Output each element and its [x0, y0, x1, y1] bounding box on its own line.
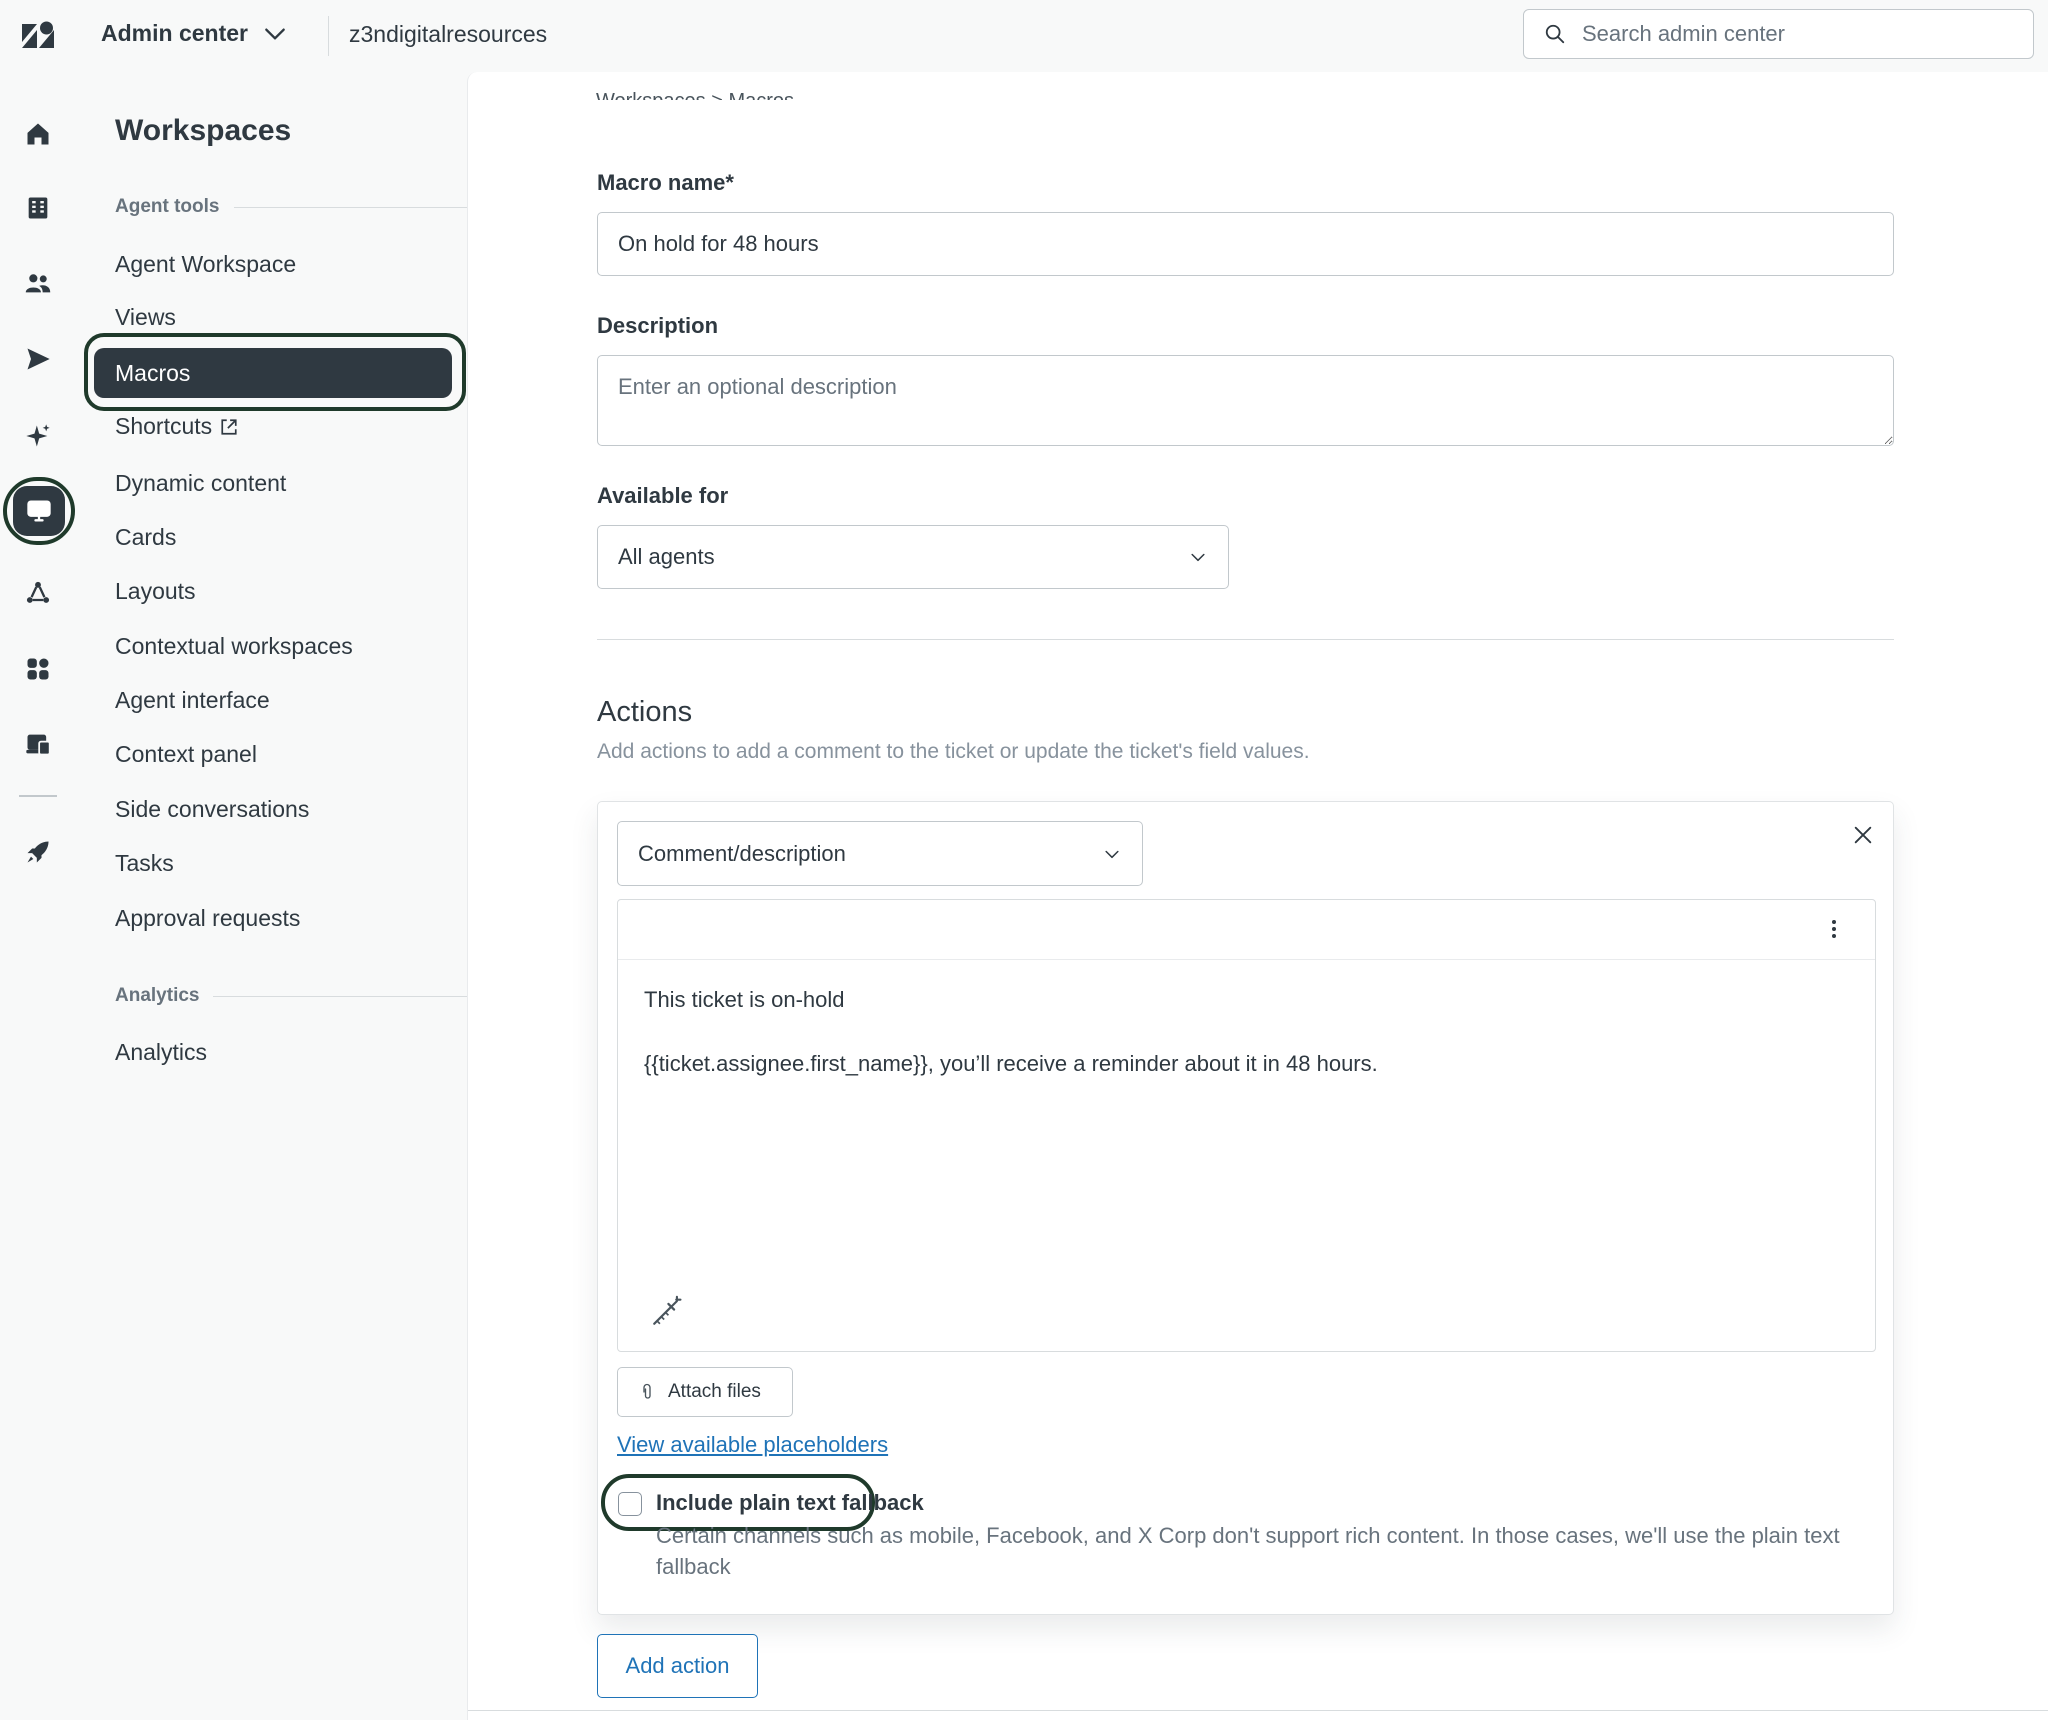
editor-toolbar — [618, 900, 1875, 960]
attach-files-button[interactable]: Attach files — [617, 1367, 793, 1417]
sparkle-icon — [26, 424, 50, 447]
actions-description: Add actions to add a comment to the tick… — [597, 740, 1310, 763]
editor-content[interactable]: This ticket is on-hold {{ticket.assignee… — [644, 984, 1378, 1112]
search-box[interactable] — [1523, 9, 2034, 59]
nav-item-approval-requests[interactable]: Approval requests — [115, 905, 300, 932]
nav-section-divider — [233, 206, 467, 208]
zendesk-logo-icon[interactable] — [18, 16, 58, 56]
nav-item-layouts[interactable]: Layouts — [115, 578, 196, 605]
description-label: Description — [597, 313, 719, 338]
plain-text-fallback-checkbox[interactable] — [618, 1492, 642, 1516]
send-icon — [27, 348, 50, 370]
magic-wand-icon[interactable] — [650, 1294, 684, 1328]
chevron-down-icon — [1191, 553, 1205, 562]
nav-item-agent-workspace[interactable]: Agent Workspace — [115, 251, 296, 278]
account-icon — [26, 734, 51, 756]
editor-more-button[interactable] — [1819, 914, 1849, 944]
comment-editor[interactable]: This ticket is on-hold {{ticket.assignee… — [617, 899, 1876, 1352]
icon-rail — [0, 72, 80, 1720]
available-for-value: All agents — [618, 544, 715, 569]
nav-item-analytics[interactable]: Analytics — [115, 1039, 207, 1066]
actions-title: Actions — [597, 696, 693, 728]
nav-item-views[interactable]: Views — [115, 304, 176, 331]
top-bar: Admin center z3ndigitalresources — [0, 0, 2048, 72]
nav-item-side-conversations[interactable]: Side conversations — [115, 796, 309, 823]
nav-item-agent-interface[interactable]: Agent interface — [115, 687, 270, 714]
apps-icon — [27, 658, 49, 680]
search-icon — [1545, 24, 1565, 44]
nav-section-divider — [213, 995, 467, 997]
rail-workspaces-highlight — [13, 486, 65, 536]
nav-section-label: Analytics — [115, 985, 200, 1006]
nav-item-shortcuts[interactable]: Shortcuts — [115, 413, 238, 440]
nav-title: Workspaces — [115, 114, 292, 147]
close-icon — [1854, 826, 1872, 844]
home-icon — [27, 123, 49, 145]
nav-item-cards[interactable]: Cards — [115, 524, 176, 551]
remove-action-button[interactable] — [1848, 820, 1878, 850]
rail-account-settings[interactable] — [16, 722, 60, 766]
account-name: z3ndigitalresources — [349, 21, 548, 47]
nav-section-agent-tools: Agent tools — [115, 196, 467, 218]
rail-home[interactable] — [16, 112, 60, 156]
main-content: Workspaces > Macros Macro name* Descript… — [467, 72, 2048, 1720]
nav-item-context-panel[interactable]: Context panel — [115, 741, 257, 768]
available-for-select[interactable]: All agents — [597, 525, 1229, 589]
more-vertical-icon — [1832, 920, 1836, 938]
nav-section-analytics: Analytics — [115, 985, 467, 1007]
rail-people[interactable] — [16, 261, 60, 305]
rail-get-started[interactable] — [16, 830, 60, 874]
macro-name-input[interactable] — [597, 212, 1894, 276]
nav-item-tasks[interactable]: Tasks — [115, 850, 174, 877]
add-action-button[interactable]: Add action — [597, 1634, 758, 1698]
building-icon — [28, 197, 48, 219]
workspaces-icon — [27, 500, 51, 522]
rail-ai[interactable] — [16, 414, 60, 458]
action-type-value: Comment/description — [638, 840, 846, 866]
rail-objects[interactable] — [16, 571, 60, 615]
rail-channels[interactable] — [16, 337, 60, 381]
footer-divider — [468, 1710, 2048, 1711]
nav-item-macros[interactable]: Macros — [94, 348, 452, 398]
description-field[interactable] — [597, 355, 1894, 446]
action-type-select[interactable]: Comment/description — [617, 821, 1143, 886]
action-card: Comment/description This ticket is on-ho… — [597, 801, 1894, 1615]
rail-account[interactable] — [16, 186, 60, 230]
rocket-icon — [27, 841, 49, 863]
macro-name-label: Macro name* — [597, 170, 734, 195]
people-icon — [25, 274, 51, 293]
plain-text-fallback-hint: Certain channels such as mobile, Faceboo… — [656, 1523, 1840, 1579]
paperclip-icon — [643, 1383, 651, 1399]
view-placeholders-link[interactable]: View available placeholders — [617, 1432, 888, 1458]
comment-line: This ticket is on-hold — [644, 987, 845, 1012]
nav-item-contextual-workspaces[interactable]: Contextual workspaces — [115, 633, 353, 660]
section-divider — [597, 639, 1894, 640]
nav-section-label: Agent tools — [115, 196, 220, 217]
comment-line: {{ticket.assignee.first_name}}, you’ll r… — [644, 1051, 1378, 1076]
nav-item-label: Shortcuts — [115, 413, 213, 439]
objects-icon — [26, 581, 50, 603]
nav-item-dynamic-content[interactable]: Dynamic content — [115, 470, 286, 497]
rail-apps[interactable] — [16, 647, 60, 691]
plain-text-fallback-label[interactable]: Include plain text fallback — [656, 1490, 924, 1516]
search-input[interactable] — [1580, 20, 2004, 48]
available-for-label: Available for — [597, 483, 729, 508]
header-divider — [328, 16, 329, 56]
attach-files-label: Attach files — [668, 1381, 761, 1402]
chevron-down-icon — [1105, 850, 1119, 858]
secondary-nav: Workspaces Agent tools Agent Workspace V… — [82, 72, 467, 1720]
rail-workspaces[interactable] — [3, 477, 75, 545]
scrolled-breadcrumb: Workspaces > Macros — [596, 90, 794, 100]
product-switcher[interactable]: Admin center — [101, 20, 288, 47]
chevron-down-icon — [265, 27, 285, 40]
rail-divider — [19, 795, 57, 797]
external-link-icon — [221, 418, 237, 435]
product-name: Admin center — [101, 20, 248, 46]
